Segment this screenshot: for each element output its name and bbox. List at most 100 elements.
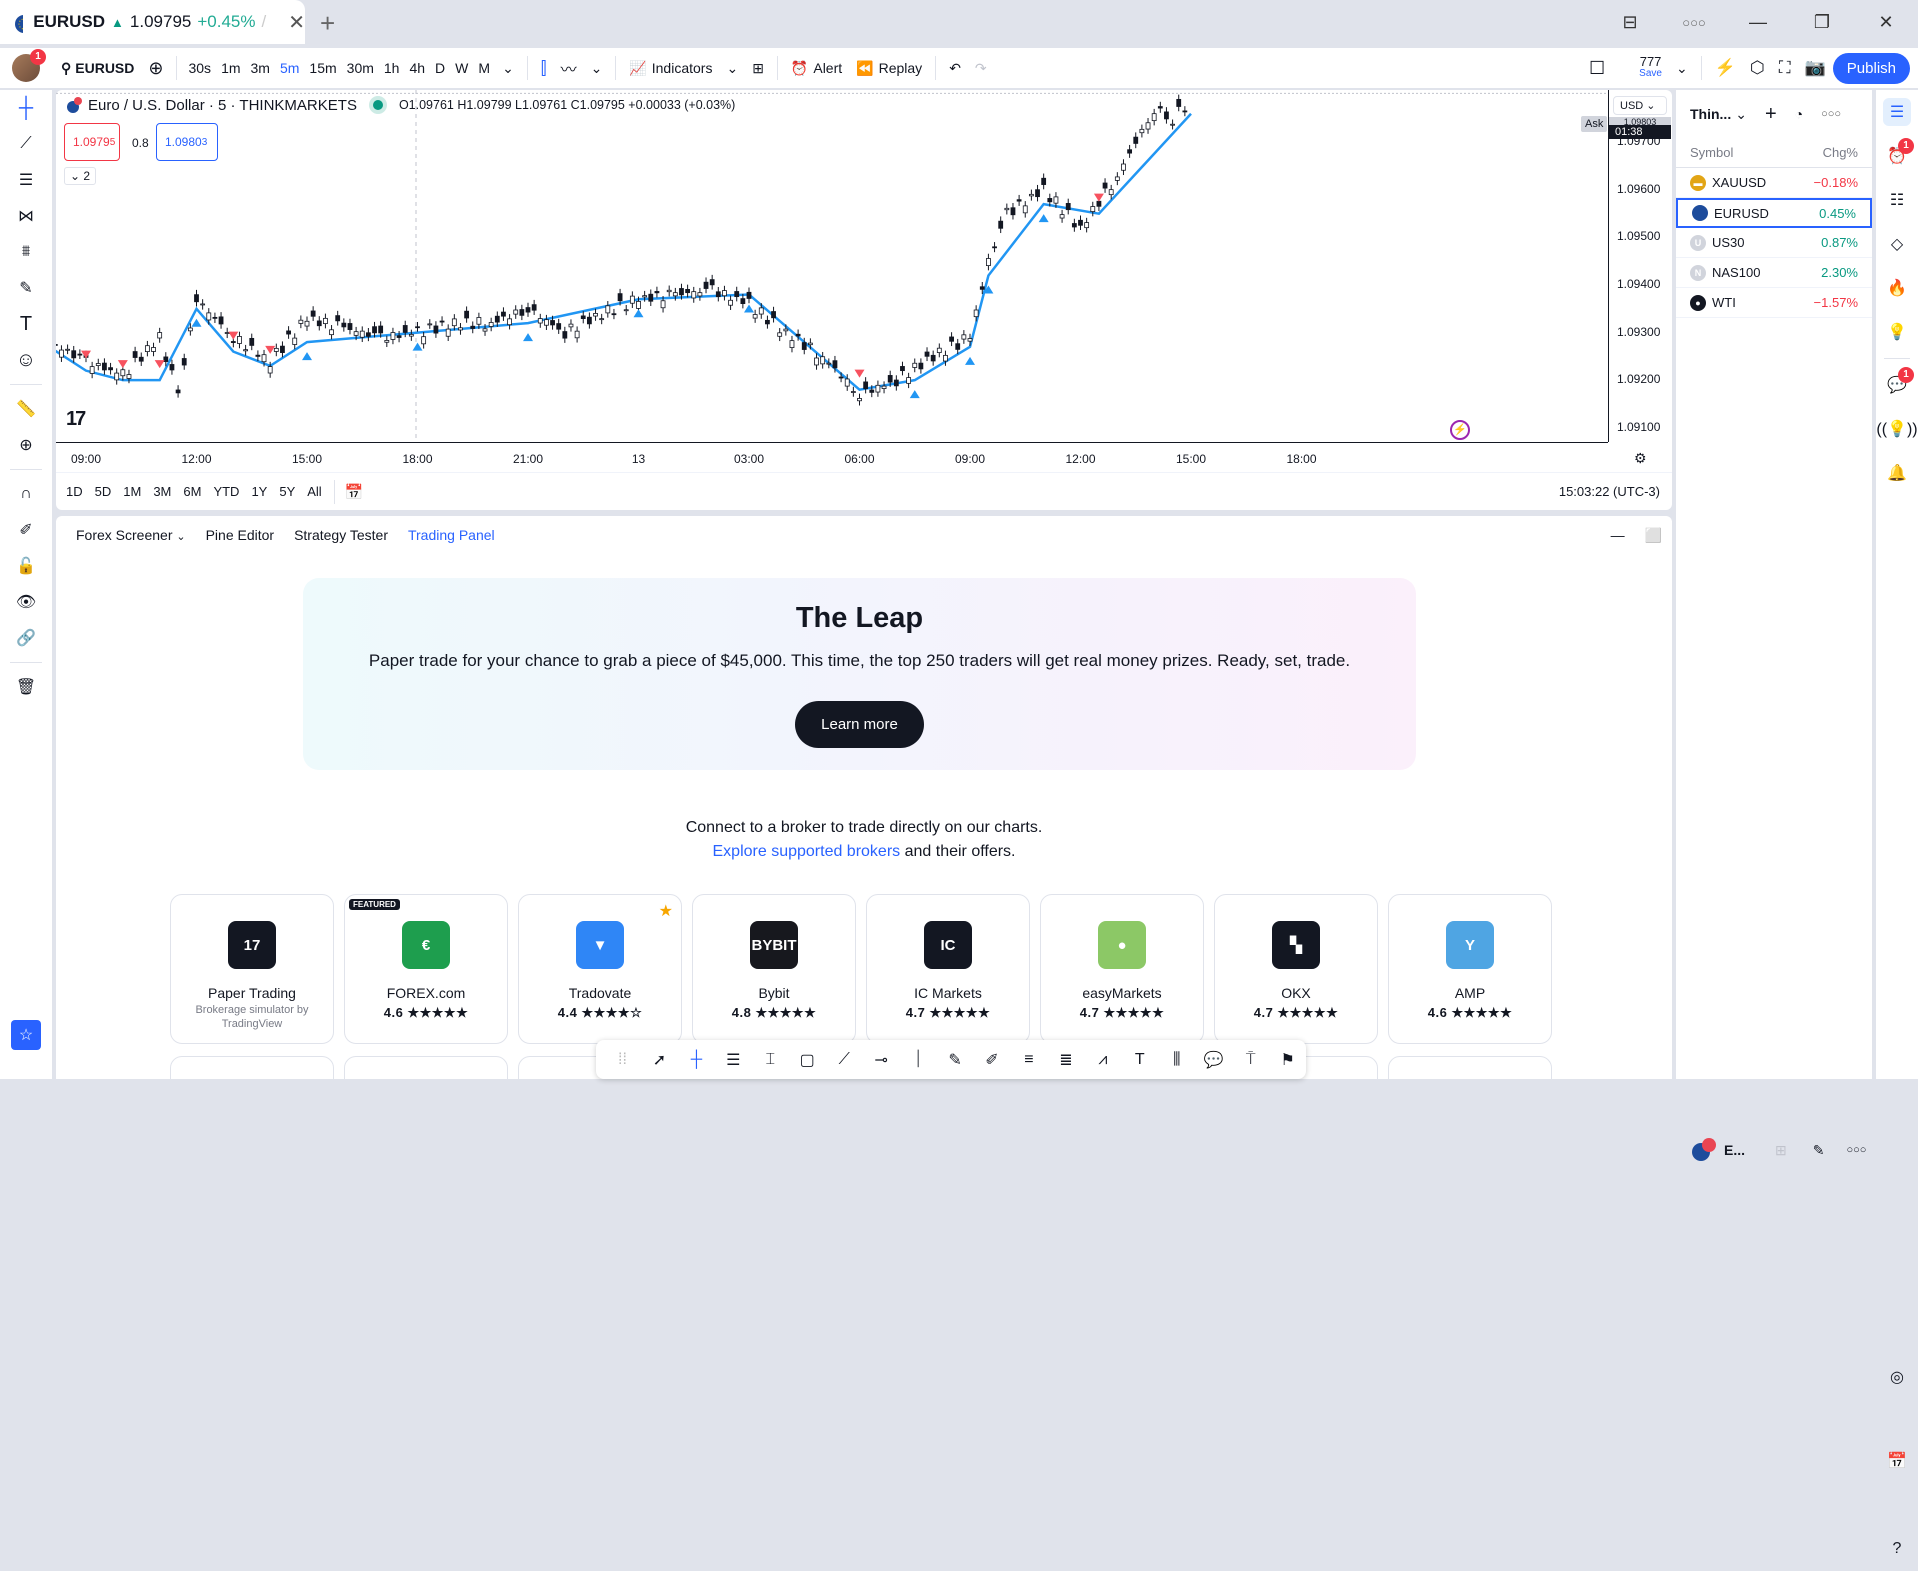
eye-icon[interactable]: 👁 <box>0 584 52 620</box>
price-axis[interactable]: USD ⌄ 1.09803 01:38 1.09100 1.09200 1.0930… <box>1608 90 1672 442</box>
watchlist-name[interactable]: Thin... <box>1690 106 1731 122</box>
minimize-panel-icon[interactable]: — <box>1601 527 1635 543</box>
fib-retracement-icon[interactable]: ≣ <box>1047 1041 1084 1079</box>
chart-area[interactable]: Euro / U.S. Dollar · 5 · THINKMARKETS O1… <box>56 90 1672 510</box>
streams-icon[interactable]: ((💡)) <box>1876 407 1918 451</box>
close-tab-icon[interactable]: ✕ <box>288 10 305 35</box>
more-icon[interactable]: ○○○ <box>1662 15 1726 30</box>
chevron-down-icon[interactable]: ⌄ <box>584 48 610 88</box>
indicators-toggle[interactable]: ⌄ 2 <box>64 167 97 185</box>
learn-more-button[interactable]: Learn more <box>795 701 924 748</box>
range-1y[interactable]: 1Y <box>245 484 273 499</box>
parallel-channel-icon[interactable]: ☰ <box>715 1041 752 1079</box>
minimize-icon[interactable]: — <box>1726 12 1790 33</box>
chevron-down-icon[interactable]: ⌄ <box>1735 106 1747 123</box>
broker-card[interactable] <box>170 1056 334 1079</box>
goto-date-icon[interactable]: 📅 <box>345 483 364 501</box>
tab-strategy-tester[interactable]: Strategy Tester <box>284 527 398 543</box>
quick-search-icon[interactable]: ⚡ <box>1708 48 1743 88</box>
broker-card[interactable]: ▼ Tradovate 4.4 ★★★★☆ ★ <box>518 894 682 1044</box>
replay-button[interactable]: ⏪ Replay <box>849 48 929 88</box>
indicators-button[interactable]: 📈 Indicators <box>622 48 719 88</box>
range-all[interactable]: All <box>301 484 327 499</box>
hotlists-icon[interactable]: 🔥 <box>1876 266 1918 310</box>
trash-icon[interactable]: 🗑 <box>0 669 52 705</box>
layers-icon[interactable]: ◇ <box>1876 222 1918 266</box>
broker-card[interactable]: BYBIT Bybit 4.8 ★★★★★ <box>692 894 856 1044</box>
add-symbol-icon[interactable]: + <box>1765 103 1777 126</box>
more-icon[interactable]: ○○○ <box>1846 1144 1866 1156</box>
maximize-panel-icon[interactable]: ⬜ <box>1635 527 1672 544</box>
close-icon[interactable]: ✕ <box>1854 12 1918 33</box>
alert-button[interactable]: ⏰ Alert <box>784 48 849 88</box>
flag-icon[interactable]: ⚑ <box>1269 1041 1306 1079</box>
object-tree-icon[interactable]: ☷ <box>1876 178 1918 222</box>
settings-icon[interactable]: ⬡ <box>1743 48 1772 88</box>
bars-pattern-icon[interactable]: ⫼ <box>1158 1041 1195 1079</box>
trend-line-icon[interactable]: ⟋ <box>826 1041 863 1079</box>
candles-icon[interactable]: ⫿ <box>534 48 554 88</box>
lock-icon[interactable]: 🔓 <box>0 548 52 584</box>
text-icon[interactable]: T <box>1121 1041 1158 1079</box>
range-ytd[interactable]: YTD <box>207 484 245 499</box>
new-tab-button[interactable]: + <box>320 8 335 39</box>
redo-icon[interactable]: ↷ <box>968 48 994 88</box>
undo-icon[interactable]: ↶ <box>942 48 968 88</box>
currency-select[interactable]: USD ⌄ <box>1613 96 1667 115</box>
panels-icon[interactable]: ⊟ <box>1598 12 1662 33</box>
interval-15m[interactable]: 15m <box>304 48 341 88</box>
range-1d[interactable]: 1D <box>60 484 89 499</box>
magnet-icon[interactable]: ∩ <box>0 476 52 512</box>
vertical-line-icon[interactable]: ⏐ <box>900 1041 937 1079</box>
lightning-event-icon[interactable]: ⚡ <box>1450 420 1470 440</box>
trend-line-icon[interactable]: ⟋ <box>0 126 52 162</box>
clock[interactable]: 15:03:22 (UTC-3) <box>1559 484 1660 499</box>
axis-settings-icon[interactable]: ⚙ <box>1634 450 1647 467</box>
compare-symbol-button[interactable]: ⊕ <box>141 48 170 88</box>
calendar-icon[interactable]: 📅 <box>1876 1439 1918 1483</box>
tab-trading-panel[interactable]: Trading Panel <box>398 527 505 543</box>
chart-tab[interactable]: EURUSD ▲ 1.09795 +0.45% / ✕ <box>0 0 305 44</box>
brush-icon[interactable]: ✎ <box>0 270 52 306</box>
watchlist-icon[interactable]: ☰ <box>1876 90 1918 134</box>
symbol-search[interactable]: ⚲ EURUSD <box>54 48 141 88</box>
emoji-icon[interactable]: ☺ <box>0 342 52 378</box>
highlighter-icon[interactable]: ✐ <box>974 1041 1011 1079</box>
interval-4h[interactable]: 4h <box>404 48 430 88</box>
tab-pine-editor[interactable]: Pine Editor <box>196 527 284 543</box>
rectangle-icon[interactable]: ▢ <box>789 1041 826 1079</box>
watchlist-item[interactable]: ● WTI −1.57% <box>1676 288 1872 318</box>
range-1m[interactable]: 1M <box>117 484 147 499</box>
prediction-icon[interactable]: ⩩ <box>0 234 52 270</box>
pie-chart-icon[interactable]: ◔ <box>1795 106 1803 122</box>
drag-handle-icon[interactable]: ⁞⁞ <box>604 1041 641 1079</box>
ruler-icon[interactable]: 📏 <box>0 391 52 427</box>
layout-grid-icon[interactable]: ⊞ <box>1775 1142 1787 1159</box>
notifications-icon[interactable]: 🔔 <box>1876 451 1918 495</box>
range-5d[interactable]: 5D <box>89 484 118 499</box>
help-icon[interactable]: ? <box>1876 1527 1918 1571</box>
interval-5m[interactable]: 5m <box>275 48 304 88</box>
broker-card[interactable]: Y AMP 4.6 ★★★★★ <box>1388 894 1552 1044</box>
path-icon[interactable]: ⩘ <box>1084 1041 1121 1079</box>
callout-icon[interactable]: 💬 <box>1195 1041 1232 1079</box>
broker-card[interactable]: 17 Paper Trading Brokerage simulator by Tr… <box>170 894 334 1044</box>
tab-forex-screener[interactable]: Forex Screener ⌄ <box>66 527 196 543</box>
fib-icon[interactable]: ☰ <box>0 162 52 198</box>
broker-card[interactable]: IC IC Markets 4.7 ★★★★★ <box>866 894 1030 1044</box>
broker-card[interactable]: ▚ OKX 4.7 ★★★★★ <box>1214 894 1378 1044</box>
camera-icon[interactable]: 📷 <box>1798 48 1833 88</box>
layout-select-icon[interactable]: ☐ <box>1582 48 1612 88</box>
col-change[interactable]: Chg% <box>1823 145 1858 160</box>
interval-D[interactable]: D <box>430 48 450 88</box>
watchlist-item[interactable]: U US30 0.87% <box>1676 228 1872 258</box>
interval-3m[interactable]: 3m <box>246 48 275 88</box>
edit-icon[interactable]: ✎ <box>1813 1142 1825 1159</box>
interval-1m[interactable]: 1m <box>216 48 245 88</box>
cursor-icon[interactable]: ➚ <box>641 1041 678 1079</box>
time-axis[interactable]: 09:00 12:00 15:00 18:00 21:00 13 03:00 06:00 09:… <box>56 442 1608 472</box>
price-plot[interactable] <box>56 90 1608 442</box>
sell-price-button[interactable]: 1.0979 5 <box>64 123 120 161</box>
interval-30m[interactable]: 30m <box>342 48 379 88</box>
chevron-down-icon[interactable]: ⌄ <box>495 48 521 88</box>
